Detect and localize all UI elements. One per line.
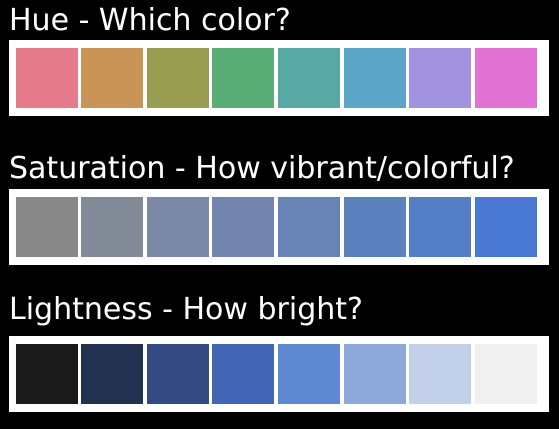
lightness-swatch [278, 344, 340, 404]
saturation-swatch [409, 197, 471, 257]
hue-swatch-strip [9, 40, 549, 116]
lightness-swatch [409, 344, 471, 404]
saturation-swatch [16, 197, 78, 257]
lightness-swatch [16, 344, 78, 404]
saturation-swatch-strip [9, 189, 549, 265]
lightness-swatch-strip [9, 336, 549, 412]
saturation-swatch [147, 197, 209, 257]
lightness-swatch [147, 344, 209, 404]
lightness-title: Lightness - How bright? [9, 292, 363, 327]
hue-swatch [278, 48, 340, 108]
lightness-swatch [81, 344, 143, 404]
saturation-swatch [475, 197, 537, 257]
hue-swatch [344, 48, 406, 108]
hue-swatch [475, 48, 537, 108]
saturation-swatch [278, 197, 340, 257]
hue-swatch [81, 48, 143, 108]
hue-swatch [409, 48, 471, 108]
hue-swatch [16, 48, 78, 108]
lightness-swatch [344, 344, 406, 404]
saturation-swatch [344, 197, 406, 257]
saturation-swatch [81, 197, 143, 257]
hue-swatch [212, 48, 274, 108]
lightness-swatch [475, 344, 537, 404]
saturation-swatch [212, 197, 274, 257]
hue-swatch [147, 48, 209, 108]
saturation-title: Saturation - How vibrant/colorful? [9, 151, 515, 186]
hue-title: Hue - Which color? [9, 3, 291, 38]
lightness-swatch [212, 344, 274, 404]
